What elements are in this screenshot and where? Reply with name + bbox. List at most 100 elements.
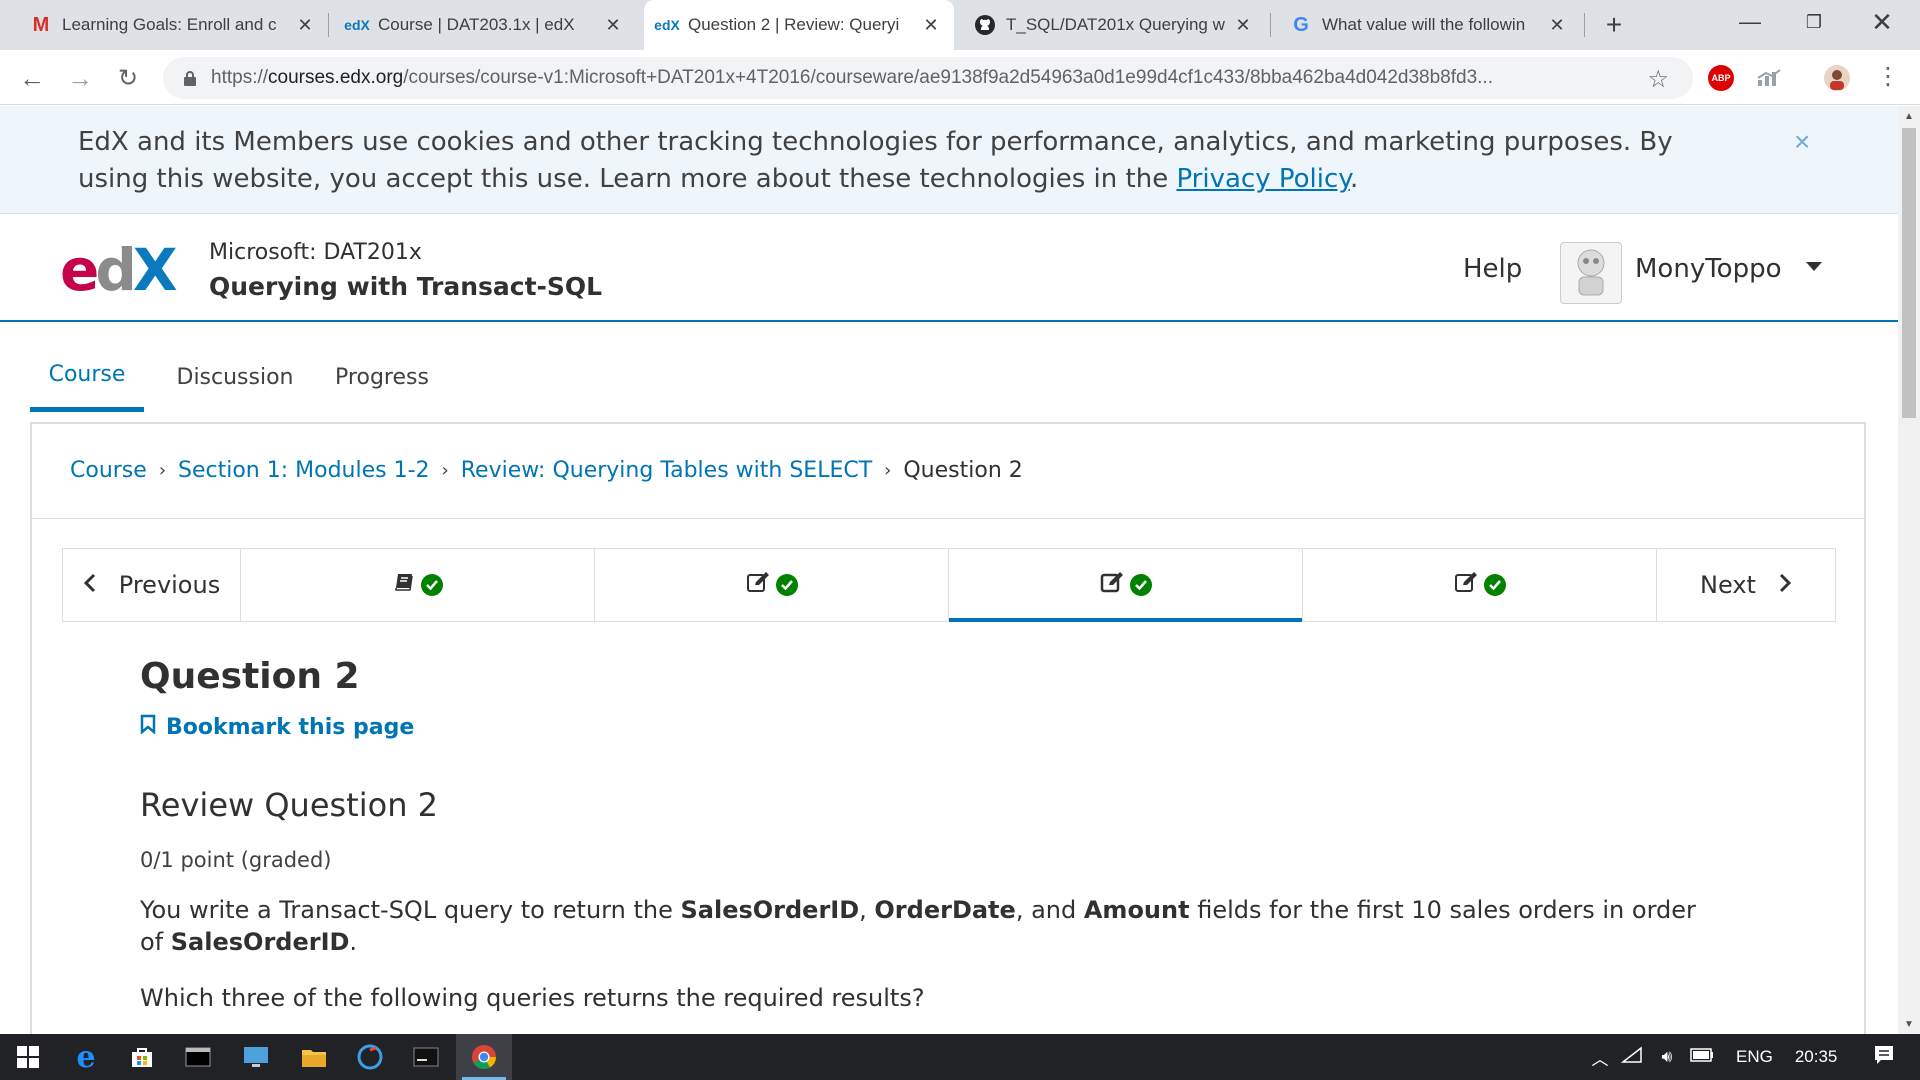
browser-tab-gmail[interactable]: M Learning Goals: Enroll and c ✕ xyxy=(18,0,328,50)
breadcrumb-subsection[interactable]: Review: Querying Tables with SELECT xyxy=(461,458,872,483)
terminal-icon[interactable] xyxy=(398,1034,454,1080)
book-icon xyxy=(393,571,415,599)
scroll-up-icon[interactable]: ▲ xyxy=(1898,106,1920,126)
volume-icon[interactable]: 🔊︎ xyxy=(1650,1047,1684,1067)
sequence-unit-1[interactable] xyxy=(241,549,595,621)
user-avatar[interactable] xyxy=(1560,242,1622,304)
chrome-icon[interactable] xyxy=(456,1034,512,1080)
browser-tab-question-2[interactable]: edX Question 2 | Review: Queryi ✕ xyxy=(644,0,954,50)
windows-start-icon[interactable] xyxy=(0,1034,56,1080)
browser-tab-strip: M Learning Goals: Enroll and c ✕ edX Cou… xyxy=(0,0,1920,50)
minimize-window-icon[interactable]: — xyxy=(1718,0,1782,44)
check-circle-icon xyxy=(1129,574,1152,596)
battery-icon[interactable] xyxy=(1684,1047,1720,1067)
tab-course[interactable]: Course xyxy=(30,342,144,412)
lock-icon xyxy=(181,69,199,87)
address-bar[interactable]: https://courses.edx.org/courses/course-v… xyxy=(163,57,1693,99)
file-explorer-icon[interactable] xyxy=(286,1034,342,1080)
sequence-unit-3[interactable] xyxy=(949,549,1303,622)
action-center-icon[interactable] xyxy=(1873,1044,1895,1071)
language-indicator[interactable]: ENG xyxy=(1736,1047,1773,1067)
chevron-left-icon xyxy=(83,571,97,599)
edit-icon xyxy=(746,571,770,599)
tab-discussion[interactable]: Discussion xyxy=(166,342,304,412)
site-header: edX Microsoft: DAT201x Querying with Tra… xyxy=(0,214,1898,322)
forward-arrow-icon[interactable]: → xyxy=(62,60,98,96)
system-tray: ︿ 🔊︎ ENG 20:35 xyxy=(1586,1034,1895,1080)
reload-icon[interactable]: ↻ xyxy=(110,60,146,96)
network-icon[interactable] xyxy=(1614,1045,1650,1069)
bookmark-icon xyxy=(140,714,156,740)
browser-toolbar: ← → ↻ https://courses.edx.org/courses/co… xyxy=(0,50,1920,105)
breadcrumb: Course › Section 1: Modules 1-2 › Review… xyxy=(70,458,1023,483)
previous-label: Previous xyxy=(118,571,221,599)
browser-tab-google[interactable]: G What value will the followin ✕ xyxy=(1278,0,1580,50)
user-menu-caret-icon[interactable] xyxy=(1806,262,1822,271)
scrollbar-thumb[interactable] xyxy=(1902,128,1916,418)
close-tab-icon[interactable]: ✕ xyxy=(602,14,624,36)
edge-icon[interactable]: e xyxy=(58,1034,114,1080)
courseware-card: Course › Section 1: Modules 1-2 › Review… xyxy=(30,422,1866,1034)
close-window-icon[interactable]: ✕ xyxy=(1850,0,1914,44)
chevron-right-icon: › xyxy=(158,460,167,481)
close-tab-icon[interactable]: ✕ xyxy=(294,14,316,36)
sequence-unit-4[interactable] xyxy=(1303,549,1657,621)
back-arrow-icon[interactable]: ← xyxy=(14,60,50,96)
check-circle-icon xyxy=(420,574,443,596)
google-icon: G xyxy=(1293,13,1309,36)
tab-progress[interactable]: Progress xyxy=(326,342,438,412)
next-button[interactable]: Next xyxy=(1657,549,1835,621)
github-icon xyxy=(974,14,996,36)
bookmark-button[interactable]: Bookmark this page xyxy=(140,714,414,740)
new-tab-button[interactable]: + xyxy=(1596,7,1632,43)
clock[interactable]: 20:35 xyxy=(1795,1047,1838,1067)
tab-title: Course | DAT203.1x | edX xyxy=(378,15,575,34)
page-viewport: EdX and its Members use cookies and othe… xyxy=(0,106,1898,1034)
profile-avatar-icon[interactable] xyxy=(1823,64,1851,92)
ccleaner-icon[interactable] xyxy=(342,1034,398,1080)
chevron-up-icon[interactable]: ︿ xyxy=(1586,1045,1614,1070)
close-cookie-banner-icon[interactable]: × xyxy=(1794,126,1810,158)
chevron-right-icon: › xyxy=(441,460,449,481)
help-link[interactable]: Help xyxy=(1463,254,1522,284)
bookmark-label: Bookmark this page xyxy=(166,714,415,740)
url-text: https://courses.edx.org/courses/course-v… xyxy=(211,67,1493,88)
tab-title: Question 2 | Review: Queryi xyxy=(688,15,900,34)
next-label: Next xyxy=(1700,571,1756,599)
adblock-plus-icon[interactable]: ABP xyxy=(1707,64,1735,92)
browser-tab-github[interactable]: T_SQL/DAT201x Querying w ✕ xyxy=(962,0,1266,50)
edit-icon xyxy=(1100,571,1124,599)
analytics-icon[interactable] xyxy=(1755,64,1783,92)
gmail-icon: M xyxy=(32,13,50,36)
restore-window-icon[interactable]: ❐ xyxy=(1782,0,1846,44)
browser-menu-icon[interactable]: ⋮ xyxy=(1876,62,1900,91)
close-tab-icon[interactable]: ✕ xyxy=(1546,14,1568,36)
tab-title: T_SQL/DAT201x Querying w xyxy=(1006,15,1225,34)
breadcrumb-current: Question 2 xyxy=(903,458,1023,483)
sequence-navigation: Previous Next xyxy=(62,548,1836,622)
edx-icon: edX xyxy=(654,17,680,33)
previous-button[interactable]: Previous xyxy=(63,549,241,621)
store-icon[interactable] xyxy=(114,1034,170,1080)
close-tab-icon[interactable]: ✕ xyxy=(920,14,942,36)
remote-desktop-icon[interactable] xyxy=(228,1034,284,1080)
breadcrumb-section[interactable]: Section 1: Modules 1-2 xyxy=(178,458,430,483)
bookmark-star-icon[interactable]: ☆ xyxy=(1647,65,1669,94)
privacy-policy-link[interactable]: Privacy Policy xyxy=(1176,164,1349,194)
scroll-down-icon[interactable]: ▼ xyxy=(1898,1014,1920,1034)
username[interactable]: MonyToppo xyxy=(1635,254,1782,284)
browser-tab-edx-course[interactable]: edX Course | DAT203.1x | edX ✕ xyxy=(334,0,636,50)
close-tab-icon[interactable]: ✕ xyxy=(1232,14,1254,36)
course-org: Microsoft: DAT201x xyxy=(209,240,422,265)
chevron-right-icon: › xyxy=(884,460,892,481)
cookie-banner-text: EdX and its Members use cookies and othe… xyxy=(78,127,1673,194)
sequence-unit-2[interactable] xyxy=(595,549,949,621)
edx-logo[interactable]: edX xyxy=(60,240,178,300)
cookie-banner: EdX and its Members use cookies and othe… xyxy=(0,106,1898,214)
cmd-icon[interactable] xyxy=(170,1034,226,1080)
breadcrumb-course[interactable]: Course xyxy=(70,458,147,483)
page-scrollbar[interactable]: ▲ ▼ xyxy=(1898,106,1920,1034)
edit-icon xyxy=(1454,571,1478,599)
course-name: Querying with Transact-SQL xyxy=(209,272,603,301)
check-circle-icon xyxy=(1483,574,1506,596)
